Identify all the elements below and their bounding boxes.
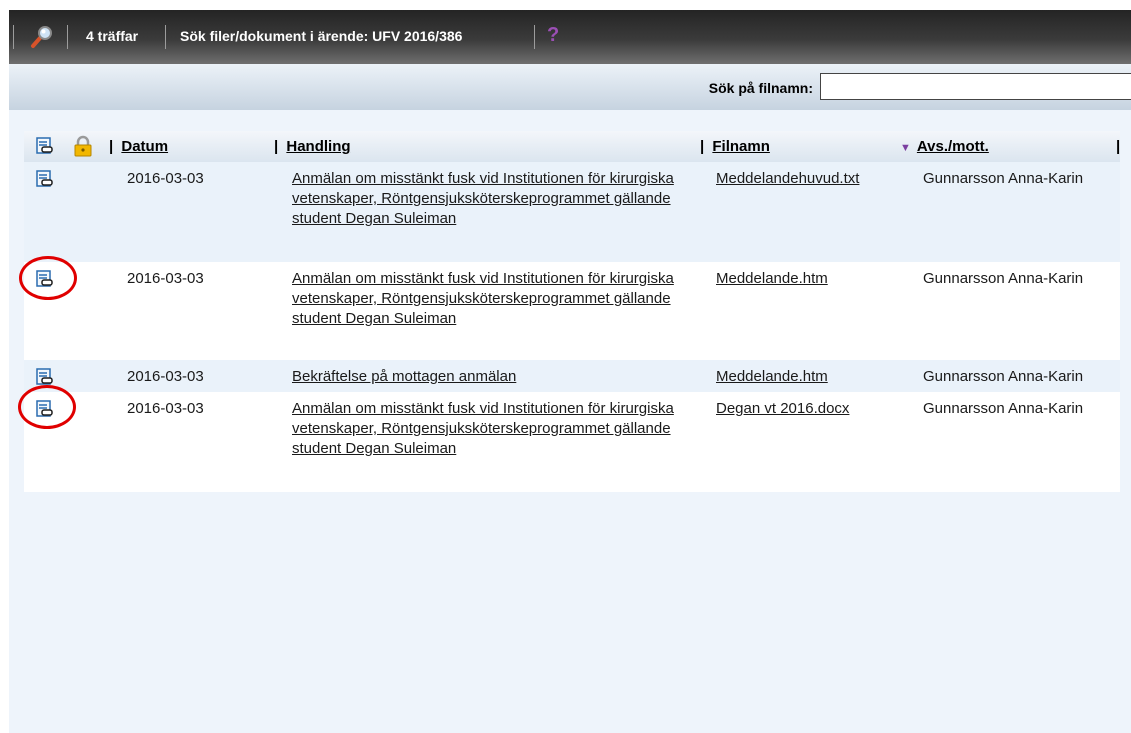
toolbar: 4 träffar Sök filer/dokument i ärende: U…	[9, 10, 1131, 64]
row-date: 2016-03-03	[127, 368, 204, 385]
sort-filnamn-link[interactable]: Filnamn	[712, 138, 770, 155]
row-filename-link[interactable]: Meddelandehuvud.txt	[716, 170, 859, 187]
col-datum-header: | Datum	[109, 138, 169, 155]
sort-avs-link[interactable]: Avs./mott.	[917, 138, 989, 155]
col-filnamn-header: | Filnamn	[700, 138, 770, 155]
toolbar-divider	[13, 25, 14, 49]
document-search-panel: 4 träffar Sök filer/dokument i ärende: U…	[9, 10, 1131, 733]
row-filename-link[interactable]: Meddelande.htm	[716, 368, 828, 385]
col-handling-header: | Handling	[274, 138, 351, 155]
row-sender: Gunnarsson Anna-Karin	[923, 368, 1084, 385]
col-divider: |	[1116, 138, 1121, 155]
row-date: 2016-03-03	[127, 400, 204, 417]
row-handling-link[interactable]: Anmälan om misstänkt fusk vid Institutio…	[292, 400, 674, 457]
row-date: 2016-03-03	[127, 170, 204, 187]
toolbar-divider	[67, 25, 68, 49]
document-icon[interactable]	[36, 137, 54, 159]
table-header: | Datum | Handling | Filnamn ▼ Avs./mott.…	[24, 131, 1120, 162]
row-date: 2016-03-03	[127, 270, 204, 287]
row-handling-link[interactable]: Bekräftelse på mottagen anmälan	[292, 368, 516, 385]
filename-search-input[interactable]	[820, 73, 1131, 100]
col-avs-header: ▼ Avs./mott.	[900, 138, 989, 155]
row-handling-link[interactable]: Anmälan om misstänkt fusk vid Institutio…	[292, 270, 674, 327]
lock-icon[interactable]	[74, 135, 92, 161]
help-icon[interactable]: ?	[547, 24, 559, 47]
row-filename-link[interactable]: Meddelande.htm	[716, 270, 828, 287]
page-title: Sök filer/dokument i ärende: UFV 2016/38…	[180, 28, 463, 44]
table-row: 2016-03-03 Anmälan om misstänkt fusk vid…	[18, 385, 1120, 492]
sort-handling-link[interactable]: Handling	[286, 138, 350, 155]
hit-count: 4 träffar	[86, 28, 139, 44]
search-icon[interactable]	[29, 24, 55, 50]
row-sender: Gunnarsson Anna-Karin	[923, 270, 1084, 287]
sort-datum-link[interactable]: Datum	[121, 138, 168, 155]
document-icon[interactable]	[36, 170, 54, 188]
table-row: 2016-03-03 Bekräftelse på mottagen anmäl…	[24, 360, 1120, 392]
row-handling-link[interactable]: Anmälan om misstänkt fusk vid Institutio…	[292, 170, 674, 227]
document-icon[interactable]	[36, 368, 54, 386]
row-sender: Gunnarsson Anna-Karin	[923, 400, 1084, 417]
toolbar-divider	[534, 25, 535, 49]
toolbar-divider	[165, 25, 166, 49]
highlight-circle	[19, 256, 77, 300]
results-table: | Datum | Handling | Filnamn ▼ Avs./mott.…	[18, 131, 1120, 492]
row-filename-link[interactable]: Degan vt 2016.docx	[716, 400, 849, 417]
table-row: 2016-03-03 Anmälan om misstänkt fusk vid…	[24, 162, 1120, 262]
highlight-circle	[18, 385, 76, 429]
sort-desc-icon: ▼	[900, 142, 911, 154]
filename-search-label: Sök på filnamn:	[708, 80, 813, 96]
row-sender: Gunnarsson Anna-Karin	[923, 170, 1084, 187]
table-row: 2016-03-03 Anmälan om misstänkt fusk vid…	[19, 256, 1120, 360]
filename-search-bar: Sök på filnamn:	[9, 64, 1131, 110]
